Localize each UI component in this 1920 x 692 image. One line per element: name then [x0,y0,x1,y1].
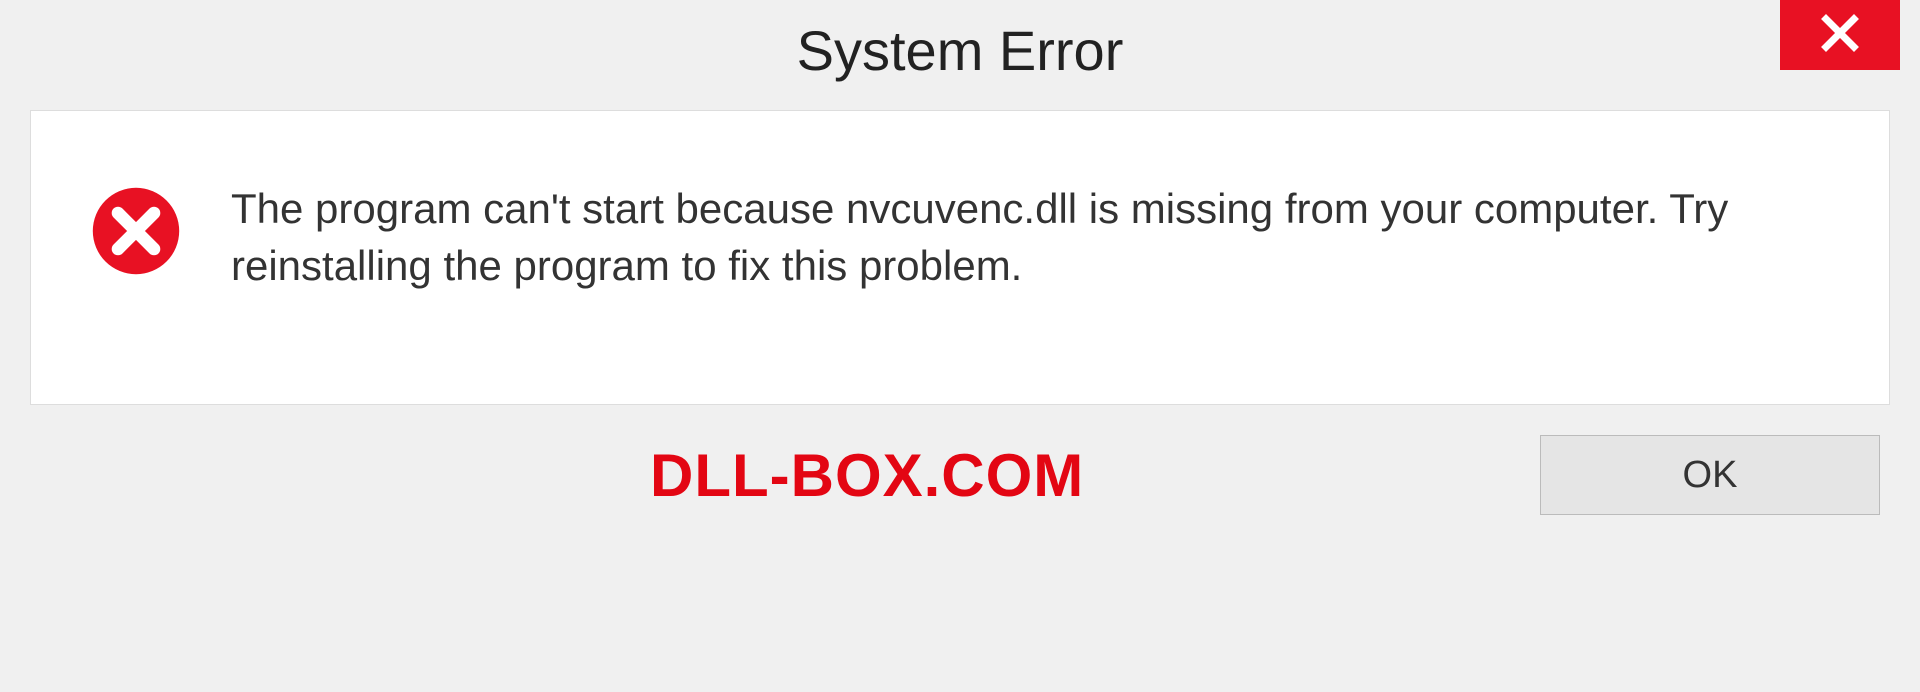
close-button[interactable] [1780,0,1900,70]
close-icon [1819,12,1861,59]
dialog-footer: DLL-BOX.COM OK [30,435,1890,515]
ok-button-label: OK [1683,454,1738,497]
ok-button[interactable]: OK [1540,435,1880,515]
titlebar: System Error [0,0,1920,110]
dialog-title: System Error [797,18,1124,83]
dialog-content: The program can't start because nvcuvenc… [30,110,1890,405]
error-icon [91,186,181,276]
watermark-text: DLL-BOX.COM [650,441,1084,510]
error-message: The program can't start because nvcuvenc… [231,181,1829,294]
